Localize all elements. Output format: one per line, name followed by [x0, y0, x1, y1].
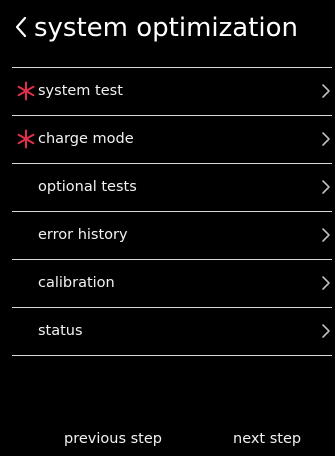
asterisk-icon [17, 129, 35, 149]
header-back-button[interactable]: system optimization [0, 0, 335, 60]
asterisk-icon [17, 81, 35, 101]
divider [12, 355, 332, 356]
chevron-right-icon [322, 228, 330, 242]
previous-step-button[interactable]: previous step [64, 426, 162, 452]
menu-item-label: error history [38, 227, 128, 243]
menu-item-label: status [38, 323, 83, 339]
menu-item-error-history[interactable]: error history [0, 211, 335, 259]
menu-item-status[interactable]: status [0, 307, 335, 355]
chevron-right-icon [322, 276, 330, 290]
menu-item-label: system test [38, 83, 123, 99]
chevron-right-icon [322, 180, 330, 194]
menu-item-label: optional tests [38, 179, 137, 195]
screen: system optimization system test charge m… [0, 0, 335, 456]
menu-item-optional-tests[interactable]: optional tests [0, 163, 335, 211]
chevron-left-icon [15, 16, 27, 38]
menu-item-label: calibration [38, 275, 115, 291]
menu-item-system-test[interactable]: system test [0, 67, 335, 115]
next-step-button[interactable]: next step [233, 426, 301, 452]
chevron-right-icon [322, 132, 330, 146]
menu-item-label: charge mode [38, 131, 134, 147]
menu-item-calibration[interactable]: calibration [0, 259, 335, 307]
menu-item-charge-mode[interactable]: charge mode [0, 115, 335, 163]
chevron-right-icon [322, 84, 330, 98]
chevron-right-icon [322, 324, 330, 338]
page-title: system optimization [34, 13, 299, 43]
